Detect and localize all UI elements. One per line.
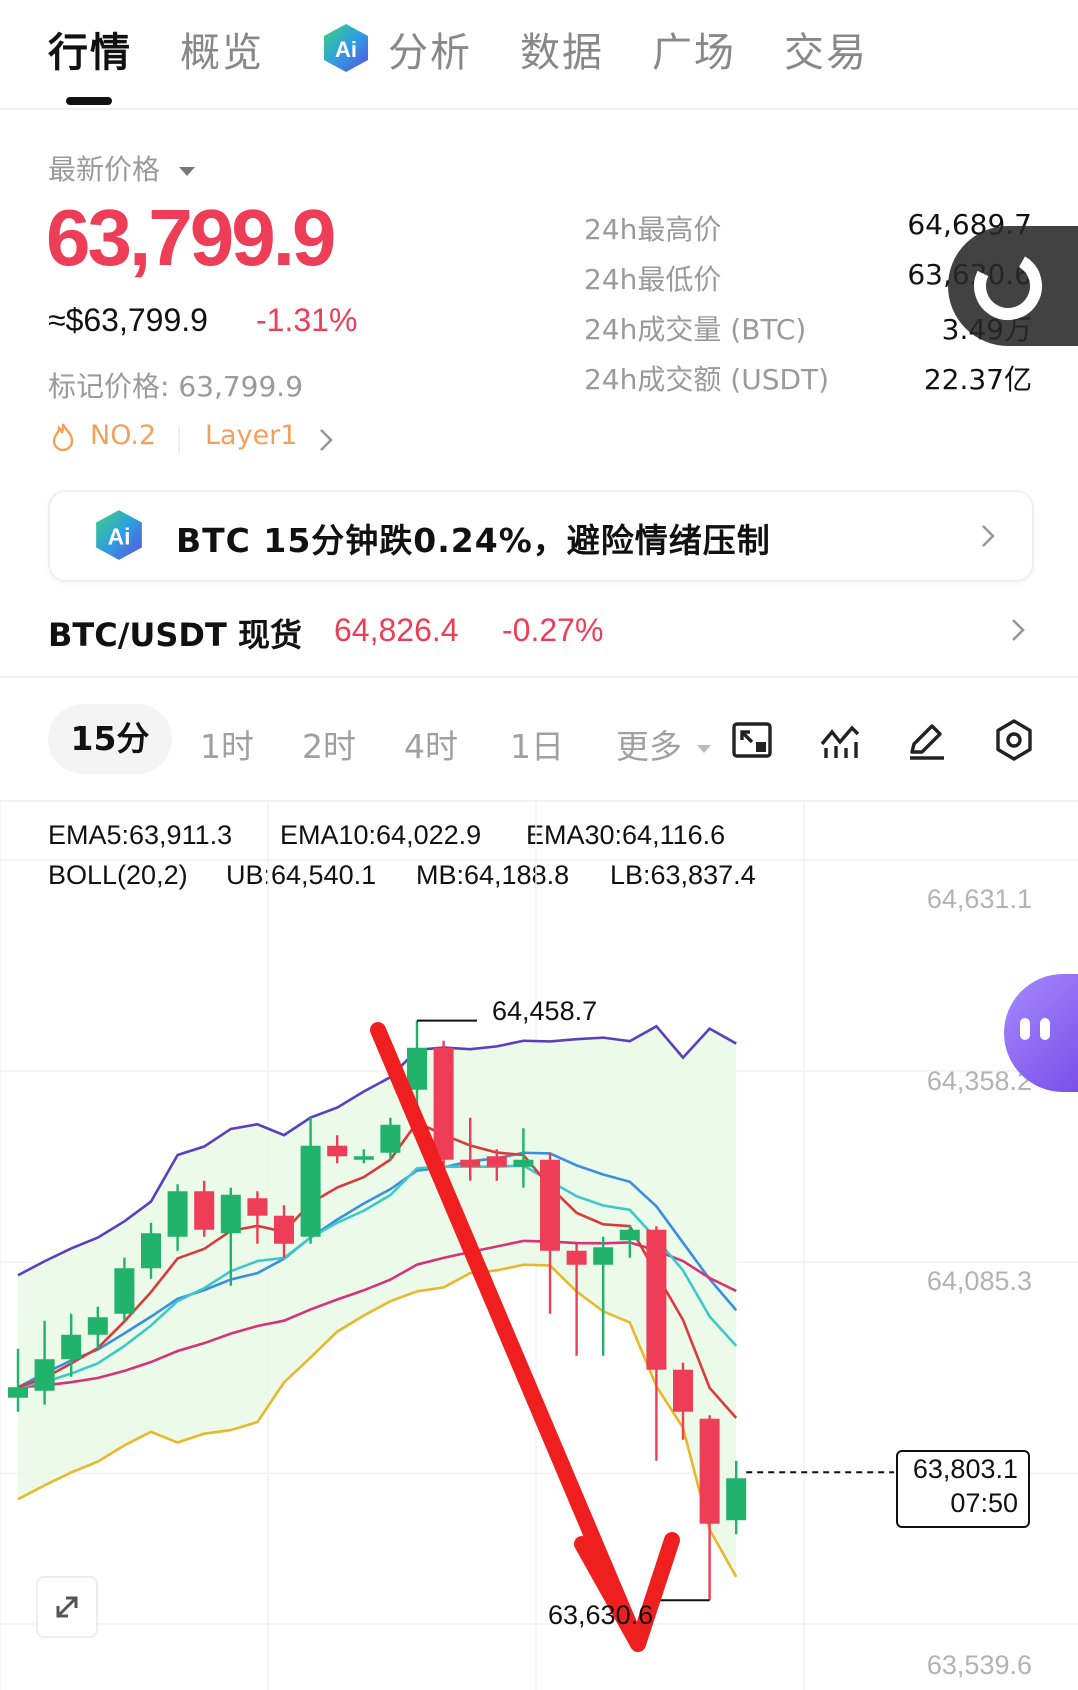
top-nav: 行情 概览 Ai 分析 数据 广场 交易 bbox=[0, 0, 1078, 110]
interval-more-label: 更多 bbox=[616, 727, 682, 766]
chevron-right-icon[interactable] bbox=[318, 426, 334, 454]
candle-down bbox=[566, 1250, 587, 1265]
candle-down bbox=[327, 1145, 348, 1157]
expand-chart-button[interactable] bbox=[36, 1576, 98, 1638]
candle-up bbox=[220, 1194, 241, 1234]
svg-text:Ai: Ai bbox=[108, 523, 131, 549]
ai-icon: Ai bbox=[96, 510, 142, 560]
stat-label-low: 24h最低价 bbox=[584, 263, 722, 296]
stat-value-turnover: 22.37亿 bbox=[923, 363, 1032, 396]
interval-bar: 15分 1时 2时 4时 1日 更多 bbox=[0, 700, 1078, 802]
stat-label-volume: 24h成交量 (BTC) bbox=[584, 313, 807, 346]
candlestick-chart[interactable] bbox=[0, 800, 1078, 1690]
fire-icon bbox=[52, 423, 74, 452]
usd-price: ≈$63,799.9 bbox=[48, 302, 208, 338]
candle-down bbox=[699, 1418, 720, 1524]
candle-up bbox=[114, 1268, 135, 1314]
stat-label-turnover: 24h成交额 (USDT) bbox=[584, 363, 830, 396]
last-price: 63,799.9 bbox=[46, 193, 336, 282]
interval-1h[interactable]: 1时 bbox=[200, 720, 254, 768]
expand-icon bbox=[56, 1596, 78, 1618]
ai-insight-banner[interactable]: Ai BTC 15分钟跌0.24%，避险情绪压制 bbox=[48, 490, 1034, 582]
svg-text:Ai: Ai bbox=[335, 37, 357, 62]
latest-price-label[interactable]: 最新价格 bbox=[48, 148, 197, 188]
candle-up bbox=[593, 1247, 614, 1265]
interval-more[interactable]: 更多 bbox=[616, 720, 713, 768]
pair-name: BTC/USDT 现货 bbox=[48, 616, 302, 654]
candle-down bbox=[486, 1156, 507, 1167]
ai-banner-text: BTC 15分钟跌0.24%，避险情绪压制 bbox=[176, 521, 771, 560]
candle-down bbox=[433, 1047, 454, 1160]
caret-down-icon bbox=[696, 744, 711, 753]
interval-1d[interactable]: 1日 bbox=[510, 720, 564, 768]
candle-up bbox=[61, 1334, 82, 1360]
candle-up bbox=[619, 1229, 640, 1241]
y-axis-label: 64,085.3 bbox=[926, 1266, 1032, 1296]
y-axis-label: 63,539.6 bbox=[926, 1650, 1032, 1680]
fullscreen-icon[interactable] bbox=[730, 718, 774, 762]
countdown-timer: 07:50 bbox=[950, 1488, 1018, 1518]
candle-up bbox=[34, 1359, 55, 1391]
pair-change: -0.27% bbox=[502, 612, 604, 648]
indicator-icon[interactable] bbox=[818, 718, 862, 762]
active-tab-indicator bbox=[66, 97, 112, 105]
interval-4h[interactable]: 4时 bbox=[404, 720, 458, 768]
candle-up bbox=[380, 1124, 401, 1153]
interval-15m[interactable]: 15分 bbox=[48, 704, 172, 774]
candle-up bbox=[8, 1387, 28, 1398]
candle-up bbox=[141, 1233, 161, 1269]
candle-down bbox=[460, 1159, 481, 1167]
interval-2h[interactable]: 2时 bbox=[302, 720, 356, 768]
tab-trade[interactable]: 交易 bbox=[784, 20, 868, 78]
tab-market[interactable]: 行情 bbox=[48, 20, 132, 78]
candle-down bbox=[194, 1191, 215, 1230]
candle-up bbox=[353, 1156, 374, 1160]
candle-up bbox=[513, 1159, 534, 1167]
tab-overview[interactable]: 概览 bbox=[180, 20, 264, 78]
candle-down bbox=[673, 1369, 693, 1412]
low-marker-label: 63,630.6 bbox=[548, 1600, 654, 1630]
current-price-box: 63,803.1 07:50 bbox=[896, 1450, 1030, 1528]
candle-down bbox=[646, 1229, 667, 1370]
settings-icon[interactable] bbox=[992, 718, 1036, 762]
draw-pen-icon[interactable] bbox=[904, 718, 948, 762]
ai-icon: Ai bbox=[324, 24, 368, 72]
current-price-value: 63,803.1 bbox=[912, 1454, 1018, 1484]
candle-up bbox=[167, 1191, 188, 1237]
rank-tag[interactable]: NO.2 bbox=[90, 420, 156, 451]
candle-up bbox=[300, 1145, 321, 1237]
refresh-icon bbox=[974, 252, 1042, 320]
tab-square[interactable]: 广场 bbox=[652, 20, 736, 78]
caret-down-icon bbox=[178, 167, 195, 176]
chevron-right-icon bbox=[982, 525, 995, 547]
latest-price-label-text: 最新价格 bbox=[48, 153, 161, 186]
y-axis-label: 64,358.2 bbox=[926, 1066, 1032, 1096]
y-axis-label: 64,631.1 bbox=[926, 884, 1032, 914]
floating-overlay-button[interactable] bbox=[948, 226, 1078, 346]
chevron-right-icon bbox=[1012, 619, 1025, 641]
assistant-eyes-icon bbox=[1020, 1018, 1050, 1040]
candle-up bbox=[726, 1478, 747, 1521]
candle-down bbox=[540, 1159, 560, 1251]
price-change: -1.31% bbox=[256, 302, 358, 338]
candle-down bbox=[274, 1215, 294, 1244]
candle-up bbox=[87, 1317, 108, 1335]
category-tag[interactable]: Layer1 bbox=[205, 420, 297, 451]
tab-analysis[interactable]: 分析 bbox=[388, 20, 472, 78]
tag-divider bbox=[178, 426, 180, 454]
stat-label-high: 24h最高价 bbox=[584, 213, 722, 246]
tab-data[interactable]: 数据 bbox=[520, 20, 604, 78]
pair-price: 64,826.4 bbox=[334, 612, 459, 648]
high-marker-label: 64,458.7 bbox=[492, 996, 598, 1026]
candle-up bbox=[407, 1047, 427, 1090]
candle-down bbox=[247, 1198, 268, 1216]
mark-price: 标记价格: 63,799.9 bbox=[48, 370, 304, 403]
spot-pair-row[interactable]: BTC/USDT 现货 64,826.4 -0.27% bbox=[0, 600, 1078, 678]
